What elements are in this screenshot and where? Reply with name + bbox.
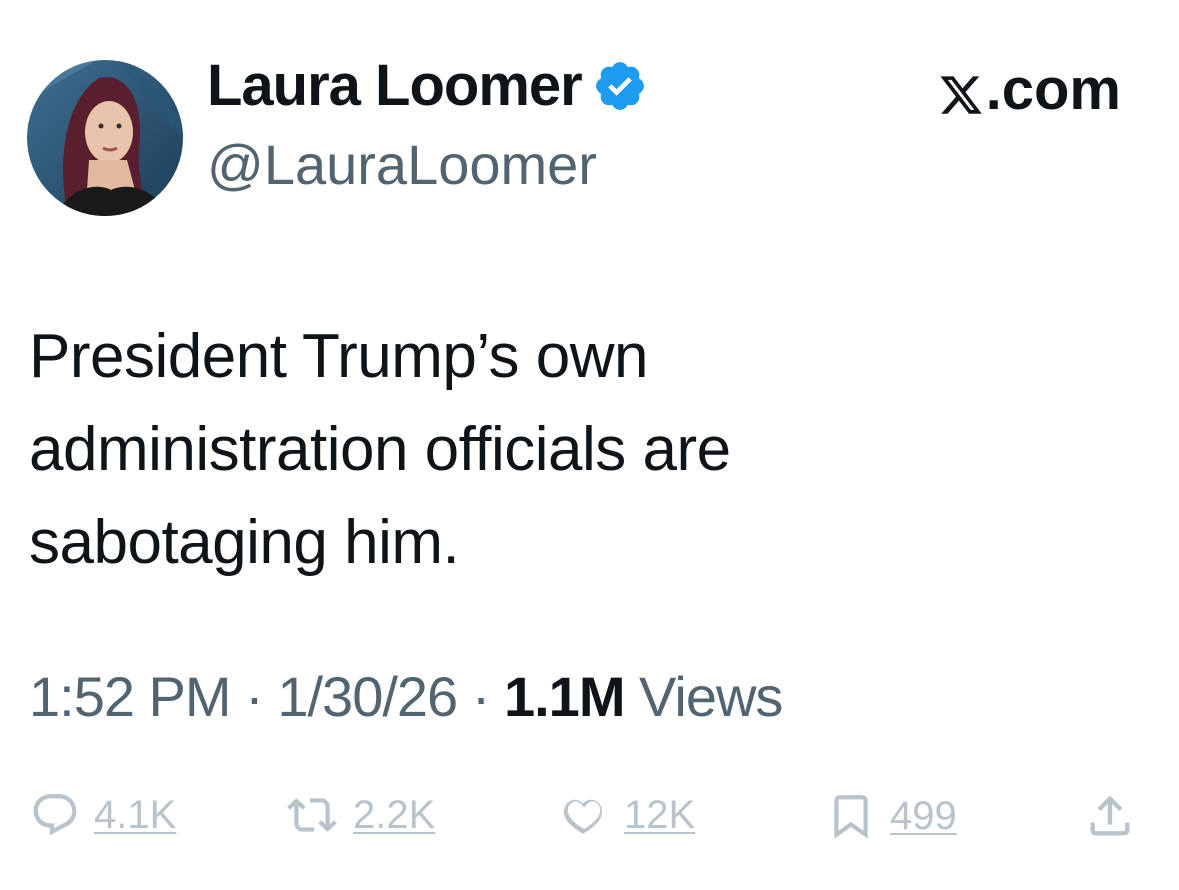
author-handle[interactable]: @LauraLoomer [207, 132, 597, 197]
bookmark-button[interactable]: 499 [826, 790, 957, 842]
tweet-line: President Trump’s own [29, 322, 648, 391]
views-label: Views [639, 665, 783, 728]
bookmark-count: 499 [890, 793, 957, 838]
like-button[interactable]: 12K [556, 790, 695, 840]
meta-separator: · [471, 665, 491, 728]
repost-count: 2.2K [353, 792, 436, 837]
tweet-line: sabotaging him. [29, 508, 460, 577]
reply-icon [33, 794, 77, 836]
author-display-name-row[interactable]: Laura Loomer [207, 52, 648, 119]
tweet-line: administration officials are [29, 415, 731, 484]
reply-button[interactable]: 4.1K [30, 790, 176, 840]
meta-separator: · [245, 665, 264, 728]
reply-count: 4.1K [94, 792, 177, 837]
repost-button[interactable]: 2.2K [285, 790, 435, 840]
views-count: 1.1M [503, 665, 625, 728]
tweet-date[interactable]: 1/30/26 [277, 665, 458, 728]
repost-icon [287, 798, 337, 832]
like-count: 12K [624, 792, 696, 837]
bookmark-icon [834, 795, 868, 839]
x-logo-icon [938, 66, 984, 114]
tweet-text: President Trump’s own administration off… [29, 310, 1129, 589]
x-brand-label: .com [985, 57, 1121, 122]
action-bar: 4.1K 2.2K 12K 499 [0, 780, 1179, 860]
author-display-name[interactable]: Laura Loomer [207, 52, 583, 119]
heart-icon [563, 799, 603, 834]
verified-badge-icon [592, 58, 648, 114]
tweet-meta: 1:52 PM · 1/30/26 · 1.1M Views [29, 664, 783, 729]
tweet-time[interactable]: 1:52 PM [29, 665, 232, 728]
x-brand: .com [938, 56, 1121, 123]
avatar[interactable] [27, 60, 183, 216]
share-button[interactable] [1084, 790, 1150, 842]
share-icon [1090, 795, 1130, 836]
